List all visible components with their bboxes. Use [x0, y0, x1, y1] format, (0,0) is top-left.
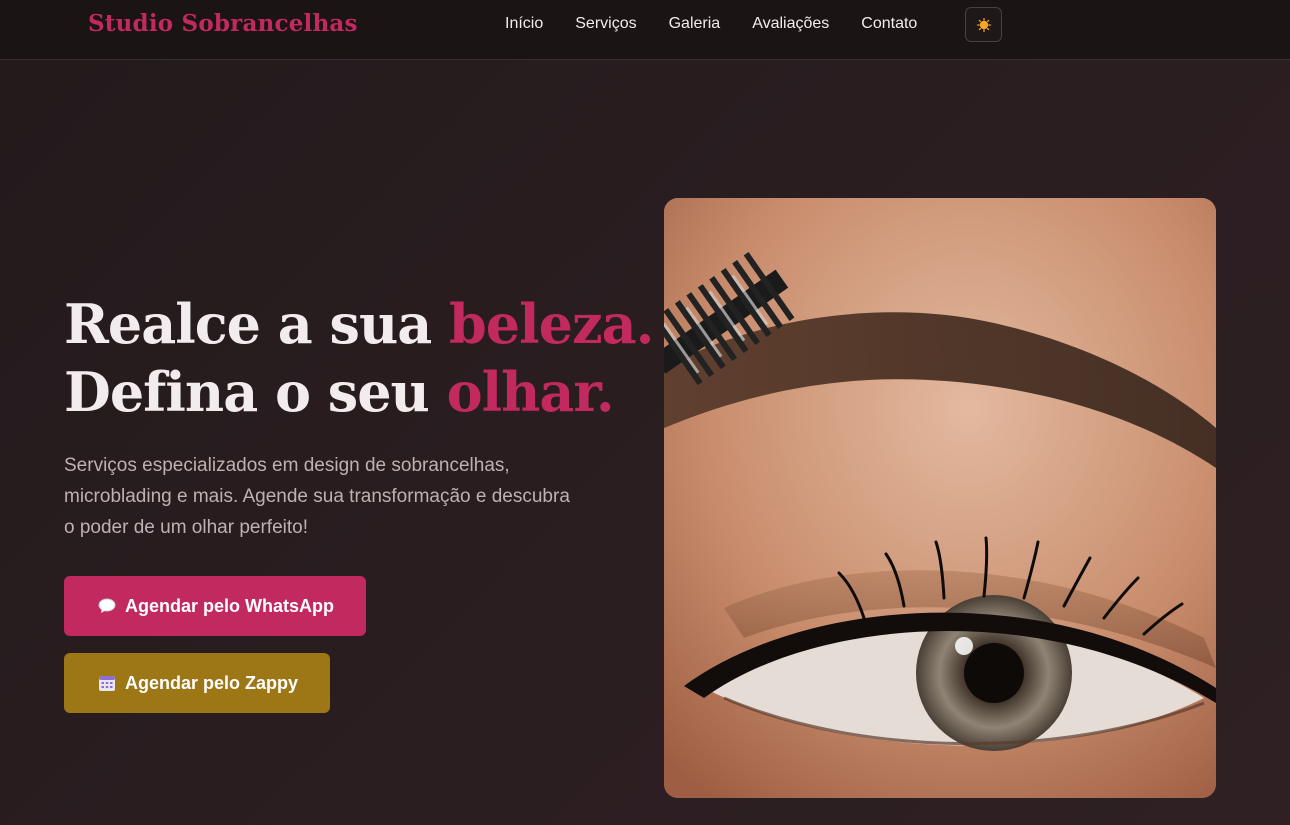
nav-link-inicio[interactable]: Início — [505, 15, 543, 33]
theme-toggle-button[interactable] — [965, 7, 1002, 42]
main-nav: Início Serviços Galeria Avaliações Conta… — [505, 0, 949, 48]
hero-title-accent-beleza: beleza. — [449, 292, 654, 356]
hero-title-accent-olhar: olhar. — [446, 360, 615, 424]
hero-description: Serviços especializados em design de sob… — [64, 455, 570, 538]
zappy-button-label: Agendar pelo Zappy — [125, 672, 299, 693]
nav-link-avaliacoes[interactable]: Avaliações — [752, 15, 829, 33]
speech-bubble-icon — [98, 598, 116, 614]
hero-eyebrow-photo — [664, 198, 1216, 798]
whatsapp-booking-button[interactable]: Agendar pelo WhatsApp — [64, 576, 367, 636]
nav-link-servicos[interactable]: Serviços — [575, 15, 636, 33]
nav-link-contato[interactable]: Contato — [861, 15, 917, 33]
brand-logo[interactable]: Studio Sobrancelhas — [88, 10, 358, 37]
zappy-booking-button[interactable]: Agendar pelo Zappy — [64, 653, 331, 713]
sun-icon — [976, 17, 991, 32]
top-navbar: Studio Sobrancelhas Início Serviços Gale… — [0, 0, 1290, 60]
hero-title-line1: Realce a sua beleza. — [64, 292, 654, 356]
nav-link-galeria[interactable]: Galeria — [669, 15, 721, 33]
eyebrow-eye-photo — [664, 198, 1216, 798]
hero-title-line2: Defina o seu olhar. — [64, 360, 615, 424]
calendar-icon — [98, 674, 116, 692]
hero-title: Realce a sua beleza. Defina o seu olhar. — [64, 290, 654, 426]
whatsapp-button-label: Agendar pelo WhatsApp — [125, 595, 335, 616]
